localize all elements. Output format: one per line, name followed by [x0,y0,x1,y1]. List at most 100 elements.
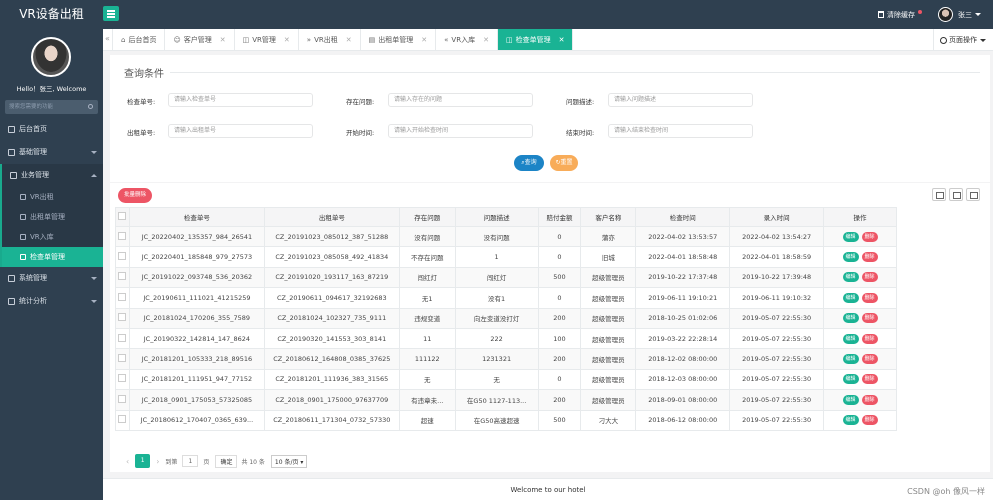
sidebar-search-input[interactable]: 搜索您需要的功能 [5,100,98,114]
column-header[interactable]: 检查单号 [128,207,265,227]
table-row[interactable]: JC_2018_0901_175053_57325085 CZ_2018_0901… [115,389,897,411]
tab-rent-order[interactable]: ▤ 出租单管理 ✕ [361,29,437,50]
sidebar-subitem-vr-rent[interactable]: VR出租 [2,187,103,207]
column-header[interactable]: 存在问题 [398,207,456,227]
chevron-right-icon[interactable]: › [156,457,159,466]
batch-delete-button[interactable]: 批量删除 [118,188,152,203]
column-header[interactable]: 检查时间 [635,207,731,227]
sidebar-subitem-rent-order[interactable]: 出租单管理 [2,207,103,227]
edit-button[interactable]: 编辑 [842,292,859,303]
table-row[interactable]: JC_20190322_142814_147_8624 CZ_20190320_1… [115,327,897,350]
delete-button[interactable]: 删除 [861,394,878,405]
menu-toggle-button[interactable] [103,6,119,21]
delete-button[interactable]: 删除 [861,415,878,426]
close-icon[interactable]: ✕ [559,29,565,51]
sidebar-subitem-check-order[interactable]: 检查单管理 [2,247,103,267]
delete-button[interactable]: 删除 [861,272,878,283]
start-time-input[interactable]: 请输入开始检查时间 [388,124,533,138]
tab-scroll-left-button[interactable] [103,29,113,50]
edit-button[interactable]: 编辑 [842,354,859,365]
goto-confirm-button[interactable]: 确定 [215,454,238,468]
column-header[interactable]: 客户名称 [580,207,637,227]
close-icon[interactable]: ✕ [346,29,352,51]
delete-button[interactable]: 删除 [861,313,878,324]
profile-avatar[interactable] [31,37,71,77]
sidebar-subitem-label: VR出租 [30,193,54,201]
column-header[interactable]: 录入时间 [729,207,825,227]
table-row[interactable]: JC_20181024_170206_355_7589 CZ_20181024_1… [115,307,897,329]
print-icon[interactable] [966,188,980,201]
export-icon[interactable] [949,188,963,201]
sidebar-item-stats[interactable]: 统计分析 [0,290,103,313]
table-row[interactable]: JC_20191022_093748_536_20362 CZ_20191020_… [115,266,897,289]
clear-cache-button[interactable]: 清除缓存 [878,10,922,20]
end-time-input[interactable]: 请输入结束检查时间 [608,124,753,138]
row-checkbox[interactable] [118,354,127,363]
close-icon[interactable]: ✕ [483,29,489,51]
row-checkbox[interactable] [118,374,127,383]
row-checkbox[interactable] [118,231,127,240]
sidebar-item-basic[interactable]: 基础管理 [0,141,103,164]
close-icon[interactable]: ✕ [220,29,226,51]
chevron-left-icon[interactable]: ‹ [126,457,129,466]
tab-customer[interactable]: ☺ 客户管理 ✕ [165,29,235,51]
table-row[interactable]: JC_20181201_105333_218_89516 CZ_20180612_… [115,348,897,370]
column-header[interactable]: 出租单号 [263,207,400,227]
delete-button[interactable]: 删除 [861,374,878,385]
row-checkbox[interactable] [118,252,127,261]
goto-page-input[interactable]: 1 [182,455,199,467]
edit-button[interactable]: 编辑 [842,394,859,405]
search-icon[interactable] [88,104,93,109]
delete-button[interactable]: 删除 [861,333,878,344]
edit-button[interactable]: 编辑 [842,415,859,426]
edit-button[interactable]: 编辑 [842,333,859,344]
table-row[interactable]: JC_20181201_111951_947_77152 CZ_20181201_… [115,368,897,391]
page-number-current[interactable]: 1 [135,454,151,468]
description-input[interactable]: 请输入问题描述 [608,93,753,107]
tab-vr-manage[interactable]: ◫ VR管理 ✕ [235,29,299,50]
delete-button[interactable]: 删除 [861,354,878,365]
row-checkbox[interactable] [118,313,127,322]
edit-button[interactable]: 编辑 [842,374,859,385]
row-checkbox[interactable] [118,272,127,281]
row-checkbox[interactable] [118,415,127,424]
search-button[interactable]: ⌕查询 [514,155,544,171]
reset-button[interactable]: ↻重置 [550,155,578,171]
table-row[interactable]: JC_20220402_135357_984_26541 CZ_20191023_… [115,225,897,248]
edit-button[interactable]: 编辑 [842,231,859,242]
tab-vr-stock[interactable]: « VR入库 ✕ [436,29,498,50]
delete-button[interactable]: 删除 [861,292,878,303]
select-all-checkbox[interactable] [118,212,127,220]
row-checkbox[interactable] [118,333,127,342]
close-icon[interactable]: ✕ [421,29,427,51]
row-checkbox[interactable] [118,292,127,301]
table-row[interactable]: JC_20180612_170407_0365_639... CZ_2018061… [115,409,897,431]
edit-button[interactable]: 编辑 [842,252,859,263]
column-header[interactable]: 问题描述 [454,207,539,227]
delete-button[interactable]: 删除 [861,252,878,263]
sidebar-item-system[interactable]: 系统管理 [0,267,103,290]
tab-check-order[interactable]: ◫ 检查单管理 ✕ [497,29,574,51]
table-row[interactable]: JC_20190611_111021_41215259 CZ_20190611_0… [115,287,897,309]
page-operations-button[interactable]: 页面操作 [933,29,993,51]
user-menu[interactable]: 张三 [938,7,981,22]
page-size-select[interactable]: 10 条/页 ▾ [270,454,308,468]
problem-input[interactable]: 请输入存在的问题 [388,93,533,107]
rent-no-input[interactable]: 请输入出租单号 [168,124,313,138]
tab-vr-rent[interactable]: » VR出租 ✕ [299,29,361,50]
columns-icon[interactable] [932,188,946,201]
delete-button[interactable]: 删除 [861,231,878,242]
edit-button[interactable]: 编辑 [842,272,859,283]
tab-label: VR入库 [451,35,476,44]
column-header[interactable]: 赔付金额 [537,207,582,227]
close-icon[interactable]: ✕ [284,29,290,51]
sidebar-item-business[interactable]: 业务管理 [2,164,103,187]
tab-home[interactable]: ⌂ 后台首页 [113,29,166,50]
row-checkbox[interactable] [118,394,127,403]
sidebar-subitem-vr-stock[interactable]: VR入库 [2,227,103,247]
edit-button[interactable]: 编辑 [842,313,859,324]
table-cell: 没有问题 [398,225,456,248]
table-row[interactable]: JC_20220401_185848_979_27573 CZ_20191023_… [115,246,897,268]
sidebar-item-home[interactable]: 后台首页 [0,118,103,141]
check-no-input[interactable]: 请输入检查单号 [168,93,313,107]
